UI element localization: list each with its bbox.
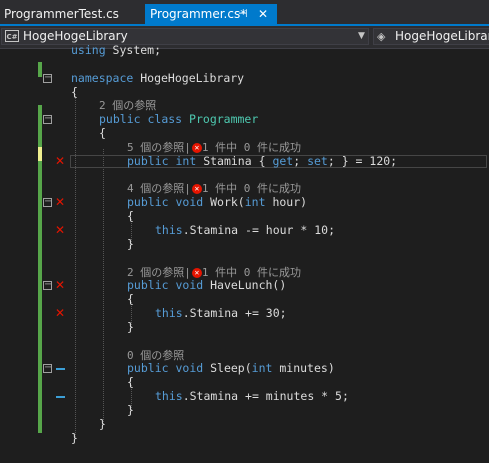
code-text: namespace HogeHogeLibrary: [71, 70, 245, 85]
codelens-test-status[interactable]: 2 個の参照| ✕ 1 件中 0 件に成功: [127, 266, 301, 280]
code-line: {: [0, 375, 489, 390]
code-line: ✕ this.Stamina -= hour * 10;: [0, 222, 489, 238]
code-text: public class Programmer: [99, 112, 259, 127]
code-line: }: [0, 416, 489, 432]
code-line: this.Stamina += minutes * 5;: [0, 389, 489, 404]
code-text: this.Stamina -= hour * 10;: [155, 222, 336, 237]
csharp-project-icon: C#: [5, 30, 19, 42]
test-not-run-icon[interactable]: [56, 396, 65, 399]
tab-label: ProgrammerTest.cs: [4, 7, 119, 21]
collapse-toggle[interactable]: −: [43, 72, 52, 83]
code-text: using System;: [71, 43, 162, 57]
code-text: {: [127, 292, 134, 307]
code-line: {: [0, 126, 489, 141]
code-text: }: [71, 430, 78, 445]
code-line: using System;: [0, 43, 489, 58]
collapse-toggle[interactable]: −: [43, 114, 52, 125]
tab-programmertest-cs[interactable]: ProgrammerTest.cs: [0, 4, 141, 24]
codelens-references[interactable]: 0 個の参照: [127, 349, 184, 363]
code-line: {: [0, 209, 489, 224]
code-line: {: [0, 84, 489, 100]
code-line: ✕ this.Stamina += 30;: [0, 306, 489, 321]
code-text: public void HaveLunch(): [127, 278, 287, 293]
type-dropdown[interactable]: ◈ HogeHogeLibrary: [373, 28, 489, 45]
project-dropdown[interactable]: C# HogeHogeLibrary ▼: [1, 28, 369, 45]
code-editor[interactable]: using System; − namespace HogeHogeLibrar…: [0, 43, 489, 463]
code-line: − public void Sleep(int minutes): [0, 361, 489, 376]
code-text: {: [127, 375, 134, 390]
pin-icon[interactable]: ⊣: [238, 4, 248, 24]
codelens-line: 0 個の参照: [0, 349, 489, 363]
close-icon[interactable]: ✕: [258, 4, 268, 24]
code-line: − public class Programmer: [0, 112, 489, 127]
test-failed-icon: ✕: [191, 184, 202, 195]
component-icon: ◈: [377, 30, 386, 43]
code-line: }: [0, 319, 489, 335]
code-text: }: [127, 402, 134, 417]
code-line: }: [0, 236, 489, 252]
test-failed-icon[interactable]: ✕: [55, 306, 65, 321]
collapse-toggle[interactable]: −: [43, 280, 52, 291]
code-line-current: ✕ public int Stamina { get; set; } = 120…: [0, 153, 489, 169]
code-line: }: [0, 402, 489, 418]
codelens-line: 5 個の参照| ✕ 1 件中 0 件に成功: [0, 141, 489, 155]
code-text: public void Sleep(int minutes): [127, 361, 335, 376]
codelens-test-status[interactable]: 4 個の参照| ✕ 1 件中 0 件に成功: [127, 182, 301, 196]
code-line: }: [0, 430, 489, 446]
type-dropdown-label: HogeHogeLibrary: [395, 29, 489, 43]
code-text: {: [71, 84, 78, 99]
document-tab-strip: ProgrammerTest.cs Programmer.cs* ⊣ ✕: [0, 0, 489, 26]
codelens-line: 4 個の参照| ✕ 1 件中 0 件に成功: [0, 182, 489, 196]
tab-label: Programmer.cs*: [150, 7, 247, 21]
code-line: − namespace HogeHogeLibrary: [0, 70, 489, 86]
collapse-toggle[interactable]: −: [43, 197, 52, 208]
code-text: {: [99, 126, 106, 141]
codelens-line: 2 個の参照| ✕ 1 件中 0 件に成功: [0, 266, 489, 280]
codelens-references[interactable]: 2 個の参照: [99, 99, 156, 113]
test-failed-icon[interactable]: ✕: [55, 223, 65, 238]
code-line: − ✕ public void HaveLunch(): [0, 278, 489, 293]
code-text: this.Stamina += 30;: [155, 306, 287, 321]
codelens-test-status[interactable]: 5 個の参照| ✕ 1 件中 0 件に成功: [127, 141, 301, 155]
tab-programmer-cs[interactable]: Programmer.cs* ⊣ ✕: [145, 4, 277, 24]
test-failed-icon[interactable]: ✕: [55, 278, 65, 293]
code-lines: using System; − namespace HogeHogeLibrar…: [0, 43, 489, 446]
code-line: {: [0, 292, 489, 307]
code-text: {: [127, 209, 134, 224]
code-text: public int Stamina { get; set; } = 120;: [127, 153, 398, 168]
test-not-run-icon[interactable]: [56, 368, 65, 371]
code-text: this.Stamina += minutes * 5;: [155, 389, 349, 404]
test-failed-icon[interactable]: ✕: [55, 154, 65, 169]
test-failed-icon[interactable]: ✕: [55, 195, 65, 210]
test-failed-icon: ✕: [191, 142, 202, 153]
code-line: − ✕ public void Work(int hour): [0, 195, 489, 210]
collapse-toggle[interactable]: −: [43, 363, 52, 374]
code-text: }: [127, 236, 134, 251]
chevron-down-icon: ▼: [358, 31, 365, 41]
project-dropdown-label: HogeHogeLibrary: [23, 29, 128, 43]
codelens-line: 2 個の参照: [0, 99, 489, 113]
code-text: }: [127, 319, 134, 334]
test-failed-icon: ✕: [191, 267, 202, 278]
code-text: public void Work(int hour): [127, 195, 308, 210]
code-text: }: [99, 416, 106, 431]
